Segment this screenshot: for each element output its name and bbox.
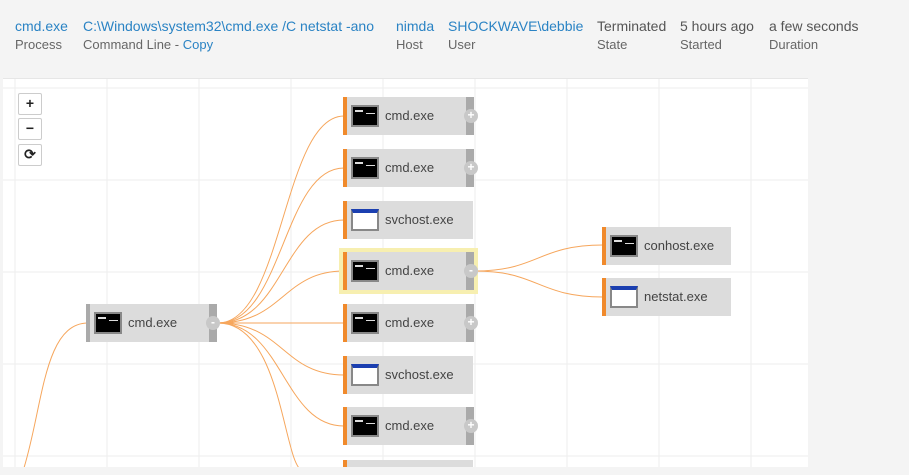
- state-value: Terminated: [597, 18, 667, 34]
- expand-toggle[interactable]: +: [464, 109, 478, 123]
- duration-field: a few seconds Duration: [769, 17, 859, 53]
- selected-process-node[interactable]: cmd.exe: [339, 248, 478, 294]
- duration-label: Duration: [769, 37, 819, 52]
- edge-root-child-4: [217, 270, 345, 324]
- node-label: svchost.exe: [385, 212, 454, 227]
- state-field: Terminated State: [597, 17, 666, 53]
- process-node[interactable]: cmd.exe: [343, 304, 474, 342]
- process-node-partial[interactable]: [343, 460, 473, 467]
- reset-view-button[interactable]: ⟳: [18, 144, 42, 166]
- process-name[interactable]: cmd.exe: [15, 17, 68, 35]
- edge-child-conhost: [474, 244, 604, 272]
- cmd-icon: [610, 235, 638, 257]
- window-icon: [351, 364, 379, 386]
- zoom-out-button[interactable]: −: [18, 118, 42, 140]
- tree-edges: [23, 115, 604, 467]
- cmd-icon: [351, 105, 379, 127]
- window-icon: [610, 286, 638, 308]
- process-node[interactable]: cmd.exe: [343, 149, 474, 187]
- process-node[interactable]: svchost.exe: [343, 356, 473, 394]
- duration-value: a few seconds: [769, 18, 859, 34]
- node-label: cmd.exe: [385, 160, 435, 175]
- zoom-in-button[interactable]: +: [18, 93, 42, 115]
- expand-toggle[interactable]: +: [464, 161, 478, 175]
- user-label: User: [448, 37, 476, 52]
- root-process-node[interactable]: cmd.exe: [86, 304, 217, 342]
- command-line-field: C:\Windows\system32\cmd.exe /C netstat -…: [83, 17, 374, 53]
- started-label: Started: [680, 37, 722, 52]
- host-label: Host: [396, 37, 423, 52]
- started-field: 5 hours ago Started: [680, 17, 754, 53]
- node-label: cmd.exe: [385, 263, 435, 278]
- process-field: cmd.exe Process: [15, 17, 68, 53]
- node-label: conhost.exe: [644, 238, 715, 253]
- cmd-icon: [351, 157, 379, 179]
- node-label: cmd.exe: [385, 315, 435, 330]
- process-node[interactable]: cmd.exe: [343, 97, 474, 135]
- edge-root-child-2: [217, 167, 345, 324]
- host-value[interactable]: nimda: [396, 17, 434, 35]
- node-label: cmd.exe: [128, 315, 178, 330]
- started-value: 5 hours ago: [680, 18, 754, 34]
- edge-root-child-8: [217, 322, 300, 467]
- node-label: cmd.exe: [385, 418, 435, 433]
- cmd-icon: [351, 415, 379, 437]
- cmd-icon: [351, 260, 379, 282]
- process-node[interactable]: cmd.exe: [343, 407, 474, 445]
- edge-root-child-1: [217, 115, 345, 324]
- command-line-caption: Command Line -: [83, 37, 183, 52]
- user-value[interactable]: SHOCKWAVE\debbie: [448, 17, 583, 35]
- collapse-toggle[interactable]: -: [206, 316, 220, 330]
- expand-toggle[interactable]: +: [464, 316, 478, 330]
- node-label: cmd.exe: [385, 108, 435, 123]
- edge-child-netstat: [474, 270, 604, 298]
- collapse-toggle[interactable]: -: [464, 264, 478, 278]
- process-tree-canvas[interactable]: + − ⟳ cmd.exe - cmd.exe + cmd.exe + svch…: [3, 78, 808, 467]
- process-header: cmd.exe Process C:\Windows\system32\cmd.…: [0, 0, 909, 70]
- process-node[interactable]: svchost.exe: [343, 201, 473, 239]
- cmd-icon: [351, 312, 379, 334]
- cmd-icon: [94, 312, 122, 334]
- window-icon: [351, 209, 379, 231]
- command-line-value[interactable]: C:\Windows\system32\cmd.exe /C netstat -…: [83, 17, 374, 35]
- child-process-node[interactable]: conhost.exe: [602, 227, 731, 265]
- host-field: nimda Host: [396, 17, 434, 53]
- edge-parent-root: [23, 322, 89, 467]
- expand-toggle[interactable]: +: [464, 419, 478, 433]
- edge-root-child-6: [217, 322, 345, 376]
- node-label: svchost.exe: [385, 367, 454, 382]
- state-label: State: [597, 37, 628, 52]
- node-label: netstat.exe: [644, 289, 708, 304]
- user-field: SHOCKWAVE\debbie User: [448, 17, 583, 53]
- child-process-node[interactable]: netstat.exe: [602, 278, 731, 316]
- process-label: Process: [15, 37, 62, 52]
- copy-link[interactable]: Copy: [183, 37, 213, 52]
- command-line-label: Command Line - Copy: [83, 37, 374, 53]
